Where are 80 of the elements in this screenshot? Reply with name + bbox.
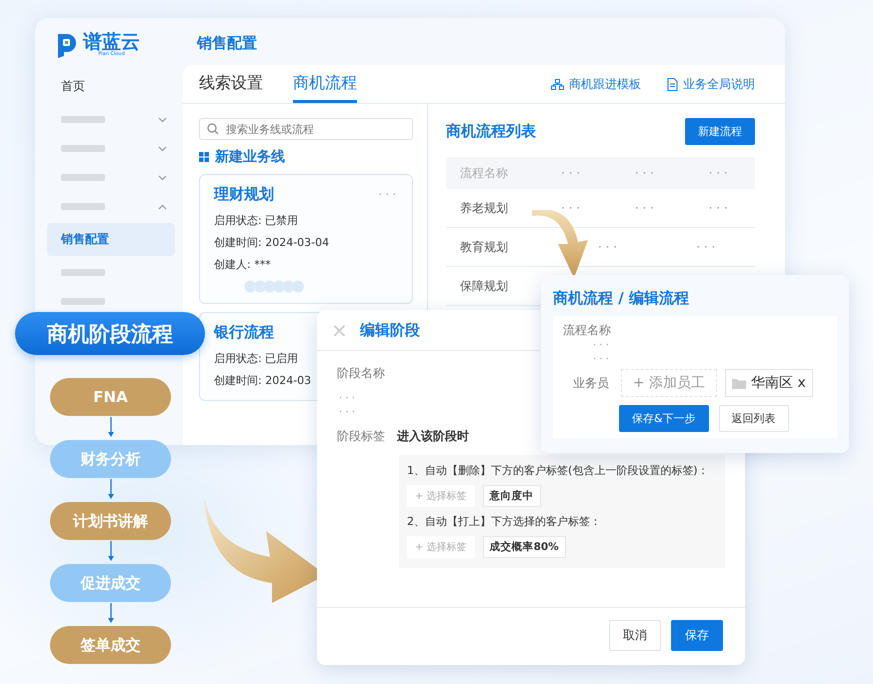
flow-step: 促进成交: [50, 564, 171, 602]
header-link[interactable]: 商机跟进模板: [569, 76, 641, 93]
table-cell-text: · · ·: [560, 201, 582, 215]
card-detail: 创建时间: 2024-03-04: [214, 235, 330, 251]
table-cell-text: 教育规划: [459, 238, 509, 256]
field-label: 流程名称: [563, 322, 611, 339]
dialog-button[interactable]: 取消: [609, 620, 661, 651]
logo-name: 谱蓝云: [83, 33, 140, 52]
placeholder-bar: [61, 174, 105, 181]
select-tag-button[interactable]: + 选择标签: [407, 485, 475, 507]
new-business-line-link[interactable]: 新建业务线: [215, 148, 285, 166]
down-arrow-icon: [106, 417, 114, 439]
region-tag[interactable]: 华南区 x: [725, 369, 813, 397]
placeholder-bar: [61, 145, 105, 152]
dialog-button[interactable]: 返回列表: [718, 405, 789, 432]
flow-step: 签单成交: [50, 626, 171, 664]
flow-step: FNA: [50, 378, 171, 416]
customer-tag: 成交概率80%: [482, 536, 566, 558]
placeholder-dots: · · ·: [338, 406, 355, 420]
grid-icon: [199, 152, 209, 162]
search-icon: [207, 123, 219, 135]
table-cell-text: · · ·: [695, 240, 716, 254]
hierarchy-icon: [551, 79, 564, 90]
table-cell-text: 养老规划: [459, 200, 509, 216]
down-arrow-icon: [106, 479, 114, 501]
field-label: 阶段标签: [337, 428, 385, 445]
sidebar-item[interactable]: 销售配置: [47, 223, 175, 256]
sidebar-item[interactable]: 首页: [47, 70, 175, 103]
new-flow-button[interactable]: 新建流程: [685, 118, 755, 145]
select-tag-button[interactable]: + 选择标签: [407, 536, 475, 558]
flow-step: 计划书讲解: [50, 502, 171, 540]
flow-title: 商机阶段流程: [15, 312, 205, 355]
placeholder-dots: · · ·: [592, 339, 609, 353]
chevron-icon[interactable]: [158, 204, 167, 210]
table-cell-text: · · ·: [596, 240, 618, 254]
customer-tag: 意向度中: [482, 485, 541, 507]
table-cell-text: 保障规划: [459, 278, 509, 294]
column-header: · · ·: [560, 166, 582, 180]
card-title: 理财规划: [214, 185, 274, 204]
dialog-title: 商机流程 / 编辑流程: [552, 288, 690, 309]
rule-text: 2、自动【打上】下方选择的客户标签：: [407, 514, 602, 529]
tab[interactable]: 商机流程: [293, 73, 357, 103]
down-arrow-icon: [106, 603, 114, 625]
column-header: · · ·: [708, 166, 729, 180]
flow-step: 财务分析: [50, 440, 171, 478]
list-title: 商机流程列表: [446, 122, 536, 141]
search-field[interactable]: 搜索业务线或流程: [199, 118, 413, 140]
card-detail: 创建时间: 2024-03: [214, 373, 312, 389]
card-detail: 创建人: ***: [214, 257, 271, 273]
chevron-icon[interactable]: [158, 116, 167, 122]
card-detail: 启用状态: 已启用: [214, 351, 298, 367]
placeholder-bar: [61, 116, 105, 123]
page-title: 销售配置: [196, 33, 258, 54]
chevron-icon[interactable]: [158, 146, 167, 152]
field-label: 业务员: [572, 374, 610, 392]
dialog-button[interactable]: 保存&下一步: [619, 405, 709, 432]
column-header: · · ·: [634, 166, 655, 180]
placeholder-bar: [61, 203, 105, 210]
placeholder-bar: [61, 298, 105, 305]
table-cell-text: · · ·: [708, 201, 729, 215]
dialog-button[interactable]: 保存: [671, 620, 723, 651]
more-button[interactable]: · · ·: [378, 188, 396, 201]
placeholder-dots: · · ·: [592, 353, 609, 367]
header-link[interactable]: 业务全局说明: [683, 76, 755, 93]
document-icon: [667, 78, 678, 91]
tab[interactable]: 线索设置: [199, 73, 263, 103]
card-title: 银行流程: [214, 323, 274, 342]
logo-icon: [55, 32, 79, 58]
add-staff-button[interactable]: + 添加员工: [621, 369, 717, 397]
chevron-icon[interactable]: [158, 174, 167, 180]
field-hint: 进入该阶段时: [397, 428, 469, 445]
column-header: 流程名称: [459, 164, 509, 182]
placeholder-bar: [61, 269, 105, 276]
card-detail: 启用状态: 已禁用: [214, 213, 298, 229]
business-line-card[interactable]: 理财规划 · · · 启用状态: 已禁用 创建时间: 2024-03-04 创建人: ***: [199, 174, 413, 304]
rule-text: 1、自动【删除】下方的客户标签(包含上一阶段设置的标签)：: [407, 463, 710, 478]
field-label: 阶段名称: [337, 365, 385, 382]
down-arrow-icon: [106, 541, 114, 563]
folder-icon: [732, 378, 746, 388]
table-cell-text: · · ·: [634, 201, 655, 215]
